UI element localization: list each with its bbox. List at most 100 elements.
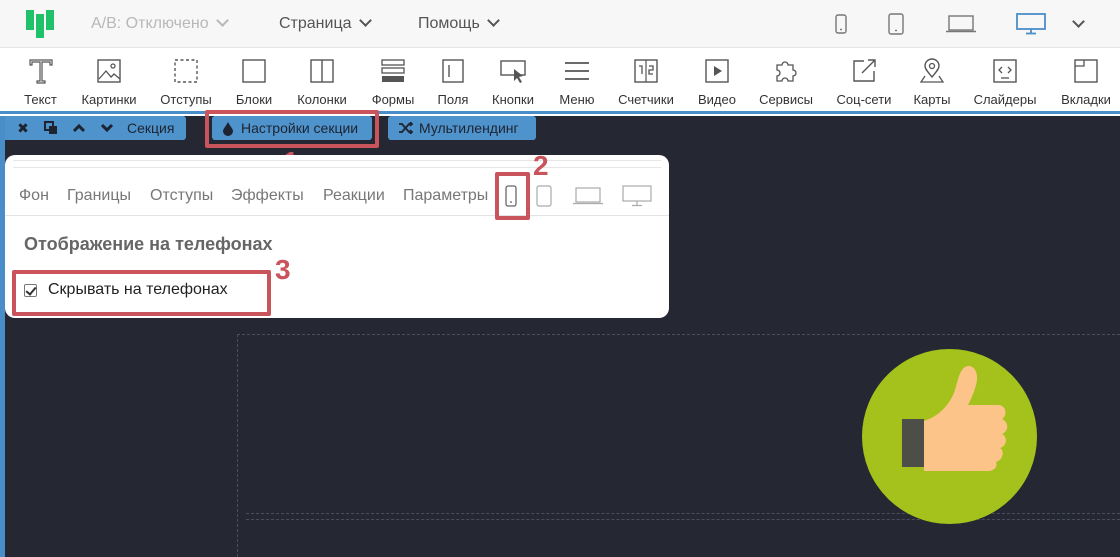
tool-columns[interactable]: Колонки (292, 48, 352, 111)
tool-label: Колонки (297, 92, 347, 107)
video-icon (705, 59, 729, 83)
tablet-icon (536, 185, 552, 207)
thumbs-up-badge[interactable] (862, 349, 1037, 524)
tool-label: Кнопки (492, 92, 534, 107)
button-icon (500, 60, 526, 83)
tool-counters[interactable]: Счетчики (614, 48, 678, 111)
annotation-3: 3 (275, 254, 291, 285)
tool-label: Соц-сети (836, 92, 892, 107)
tool-label: Текст (24, 92, 57, 107)
move-up-icon[interactable] (65, 116, 93, 140)
tool-padding[interactable]: Отступы (157, 48, 215, 111)
laptop-icon (946, 15, 976, 33)
text-icon (28, 59, 53, 84)
page-menu[interactable]: Страница (279, 0, 372, 48)
tab-desktop-settings[interactable] (622, 185, 654, 211)
block-icon (242, 59, 266, 83)
thumbs-up-icon (902, 365, 1008, 471)
ab-test-dropdown[interactable]: A/B: Отключено (91, 0, 229, 48)
tool-label: Отступы (160, 92, 212, 107)
map-pin-icon (919, 58, 945, 83)
desktop-view-button[interactable] (1013, 0, 1049, 48)
multilanding-label: Мультилендинг (419, 120, 519, 136)
tool-label: Поля (437, 92, 469, 107)
section-toolbar: ✖ Секция (5, 116, 187, 140)
panel-title: Отображение на телефонах (24, 234, 273, 254)
laptop-icon (573, 187, 603, 205)
columns-icon (310, 59, 334, 83)
laptop-view-button[interactable] (942, 0, 980, 48)
tool-label: Вкладки (1061, 92, 1111, 107)
multilanding-button[interactable]: Мультилендинг (388, 116, 536, 140)
tool-label: Счетчики (618, 92, 674, 107)
form-icon (381, 59, 405, 82)
tool-label: Меню (559, 92, 595, 107)
tool-label: Картинки (81, 92, 137, 107)
tool-label: Блоки (235, 92, 273, 107)
highlight-box-3 (12, 270, 271, 316)
tool-images[interactable]: Картинки (75, 48, 143, 111)
phone-view-button[interactable] (826, 0, 856, 48)
tool-fields[interactable]: Поля (433, 48, 473, 111)
tablet-view-button[interactable] (880, 0, 912, 48)
tool-maps[interactable]: Карты (910, 48, 954, 111)
padding-icon (174, 59, 198, 83)
phone-icon (835, 14, 847, 34)
tab-padding[interactable]: Отступы (150, 187, 213, 205)
tablet-icon (888, 13, 904, 35)
chevron-down-icon (486, 14, 500, 27)
panel-drag-handle[interactable] (13, 160, 661, 168)
menu-icon (565, 62, 589, 80)
tab-background[interactable]: Фон (19, 187, 49, 205)
tool-menu[interactable]: Меню (555, 48, 599, 111)
highlight-box-2 (495, 172, 530, 220)
puzzle-icon (776, 61, 797, 82)
more-devices-dropdown[interactable] (1066, 0, 1090, 48)
tab-effects[interactable]: Эффекты (231, 187, 304, 205)
ab-test-label: A/B: Отключено (91, 15, 209, 32)
elements-toolbar: Текст Картинки Отступы Блоки Колонки Фор… (0, 48, 1120, 114)
image-icon (97, 59, 121, 83)
desktop-icon (1016, 13, 1046, 35)
tool-label: Формы (371, 92, 415, 107)
tab-borders[interactable]: Границы (67, 187, 131, 205)
tool-services[interactable]: Сервисы (754, 48, 818, 111)
annotation-2: 2 (533, 150, 549, 181)
tab-reactions[interactable]: Реакции (323, 187, 385, 205)
section-label: Секция (127, 120, 175, 136)
tool-video[interactable]: Видео (695, 48, 739, 111)
tool-label: Сервисы (759, 92, 813, 107)
share-icon (853, 59, 876, 82)
tab-parameters[interactable]: Параметры (403, 187, 488, 205)
tool-label: Видео (698, 92, 736, 107)
page-menu-label: Страница (279, 15, 352, 32)
tool-label: Слайдеры (973, 92, 1037, 107)
highlight-box-1 (205, 110, 379, 148)
shuffle-icon (399, 122, 414, 134)
tool-buttons[interactable]: Кнопки (488, 48, 538, 111)
top-bar: A/B: Отключено Страница Помощь (0, 0, 1120, 48)
tool-tabs[interactable]: Вкладки (1057, 48, 1115, 111)
tool-social[interactable]: Соц-сети (834, 48, 894, 111)
tab-tablet-settings[interactable] (536, 185, 552, 211)
slider-icon (993, 59, 1017, 83)
desktop-icon (622, 185, 652, 207)
counter-icon (634, 59, 658, 83)
chevron-down-icon (1071, 14, 1085, 28)
chevron-down-icon (358, 14, 372, 27)
close-icon[interactable]: ✖ (9, 116, 37, 140)
duplicate-icon[interactable] (37, 116, 65, 140)
tool-sliders[interactable]: Слайдеры (971, 48, 1039, 111)
tool-text[interactable]: Текст (15, 48, 66, 111)
settings-tabs: Фон Границы Отступы Эффекты Реакции Пара… (5, 183, 669, 216)
tab-laptop-settings[interactable] (572, 187, 606, 211)
tool-label: Карты (913, 92, 951, 107)
tool-forms[interactable]: Формы (367, 48, 419, 111)
help-menu-label: Помощь (418, 15, 480, 32)
tool-blocks[interactable]: Блоки (231, 48, 277, 111)
logo-icon[interactable] (26, 10, 54, 38)
tabs-icon (1074, 59, 1098, 83)
chevron-down-icon (215, 14, 229, 27)
help-menu[interactable]: Помощь (418, 0, 500, 48)
move-down-icon[interactable] (93, 116, 121, 140)
